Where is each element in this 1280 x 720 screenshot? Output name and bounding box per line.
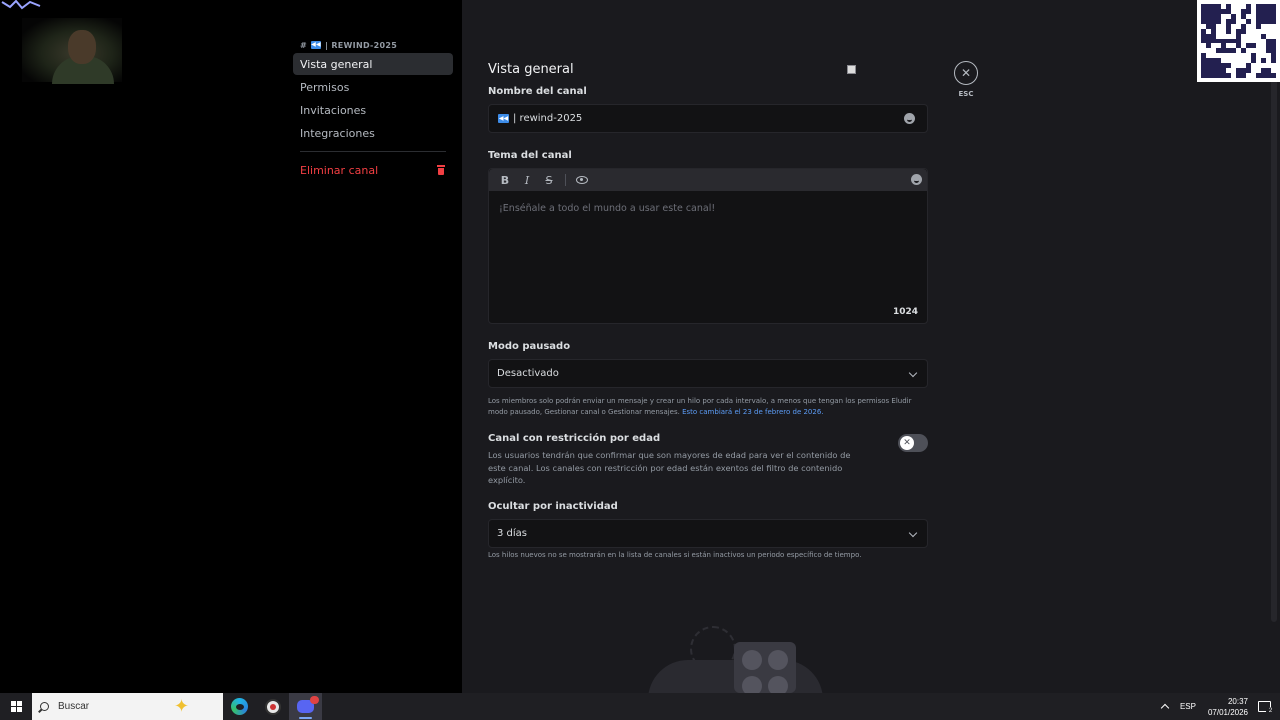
sidebar-item-integrations[interactable]: Integraciones bbox=[293, 122, 453, 144]
sparkle-icon: ✦ bbox=[174, 696, 190, 716]
char-count: 1024 bbox=[892, 307, 918, 317]
channel-name-label: Nombre del canal bbox=[488, 86, 587, 97]
topic-toolbar: B I S bbox=[489, 169, 927, 191]
strikethrough-icon[interactable]: S bbox=[539, 171, 559, 189]
sidebar-item-invites[interactable]: Invitaciones bbox=[293, 99, 453, 121]
language-indicator[interactable]: ESP bbox=[1180, 702, 1196, 711]
broken-image-icon bbox=[847, 64, 887, 74]
taskbar-app-discord[interactable] bbox=[289, 693, 322, 720]
slowmode-help: Los miembros solo podrán enviar un mensa… bbox=[488, 396, 928, 418]
webcam-overlay bbox=[22, 18, 122, 84]
slowmode-select[interactable]: Desactivado bbox=[488, 359, 928, 388]
page-title: Vista general bbox=[488, 62, 574, 77]
taskbar: Buscar ✦ ESP 20:37 07/01/2026 2 bbox=[0, 693, 1280, 720]
age-restricted-title: Canal con restricción por edad bbox=[488, 433, 661, 444]
edge-icon bbox=[231, 698, 248, 715]
slowmode-help-link[interactable]: Esto cambiará el 23 de febrero de 2026. bbox=[682, 408, 823, 416]
emoji-icon[interactable] bbox=[904, 113, 915, 124]
chevron-down-icon bbox=[908, 368, 918, 378]
close-icon[interactable]: ✕ bbox=[954, 61, 978, 85]
decorative-illustration bbox=[648, 620, 828, 700]
sidebar-channel-header: # ◀◀ | REWIND-2025 bbox=[293, 38, 453, 52]
close-settings[interactable]: ✕ ESC bbox=[954, 61, 978, 98]
sidebar-divider bbox=[300, 151, 446, 152]
taskbar-search[interactable]: Buscar ✦ bbox=[32, 693, 223, 720]
trash-icon bbox=[437, 165, 445, 175]
search-icon bbox=[40, 702, 49, 711]
age-restricted-toggle[interactable]: ✕ bbox=[898, 434, 928, 452]
discord-icon bbox=[297, 696, 319, 713]
settings-sidebar: # ◀◀ | REWIND-2025 Vista general Permiso… bbox=[0, 0, 462, 693]
obs-icon bbox=[264, 698, 281, 715]
system-tray: ESP 20:37 07/01/2026 2 bbox=[1160, 693, 1280, 720]
sidebar-item-label: Integraciones bbox=[300, 126, 375, 140]
scrollbar[interactable] bbox=[1271, 0, 1277, 622]
channel-name-value: | rewind-2025 bbox=[513, 113, 583, 124]
qr-code-grid bbox=[1201, 4, 1276, 78]
windows-icon bbox=[10, 701, 22, 712]
sidebar-item-overview[interactable]: Vista general bbox=[293, 53, 453, 75]
settings-main: Vista general Nombre del canal ◀◀ | rewi… bbox=[462, 0, 1280, 700]
rewind-emoji-icon: ◀◀ bbox=[311, 41, 322, 49]
topic-placeholder: ¡Enséñale a todo el mundo a usar este ca… bbox=[499, 203, 716, 214]
clock-date: 07/01/2026 bbox=[1207, 707, 1248, 717]
sidebar-item-permissions[interactable]: Permisos bbox=[293, 76, 453, 98]
emoji-icon[interactable] bbox=[911, 174, 922, 185]
sidebar-item-label: Vista general bbox=[300, 57, 373, 71]
qr-code bbox=[1197, 0, 1280, 82]
channel-name-input[interactable]: ◀◀ | rewind-2025 bbox=[488, 104, 928, 133]
sidebar-item-label: Permisos bbox=[300, 80, 350, 94]
search-placeholder: Buscar bbox=[58, 701, 90, 712]
age-restricted-description: Los usuarios tendrán que confirmar que s… bbox=[488, 450, 851, 485]
close-icon: ✕ bbox=[900, 436, 914, 450]
notification-icon[interactable]: 2 bbox=[1258, 701, 1275, 716]
slowmode-value: Desactivado bbox=[497, 368, 559, 379]
delete-channel-button[interactable]: Eliminar canal bbox=[293, 159, 453, 181]
spoiler-button[interactable] bbox=[572, 171, 592, 189]
hash-icon: # bbox=[300, 40, 308, 50]
taskbar-app-obs[interactable] bbox=[256, 693, 289, 720]
inactivity-help: Los hilos nuevos no se mostrarán en la l… bbox=[488, 551, 862, 559]
clock-time: 20:37 bbox=[1227, 696, 1248, 706]
eye-icon bbox=[576, 176, 588, 184]
chevron-up-icon[interactable] bbox=[1160, 703, 1170, 713]
chevron-down-icon bbox=[908, 528, 918, 538]
sidebar-item-label: Invitaciones bbox=[300, 103, 367, 117]
slowmode-label: Modo pausado bbox=[488, 341, 571, 352]
delete-channel-label: Eliminar canal bbox=[300, 163, 379, 177]
bold-icon[interactable]: B bbox=[495, 171, 515, 189]
start-button[interactable] bbox=[0, 693, 32, 720]
esc-label: ESC bbox=[958, 90, 974, 98]
notification-count: 2 bbox=[1266, 707, 1275, 716]
inactivity-select[interactable]: 3 días bbox=[488, 519, 928, 548]
sidebar-channel-name: | REWIND-2025 bbox=[325, 40, 398, 50]
sidebar-nav: # ◀◀ | REWIND-2025 Vista general Permiso… bbox=[293, 38, 453, 181]
taskbar-app-edge[interactable] bbox=[223, 693, 256, 720]
inactivity-value: 3 días bbox=[497, 528, 528, 539]
inactivity-label: Ocultar por inactividad bbox=[488, 501, 618, 512]
corner-decoration bbox=[1, 0, 41, 10]
rewind-emoji-icon: ◀◀ bbox=[498, 114, 509, 123]
topic-editor[interactable]: B I S ¡Enséñale a todo el mundo a usar e… bbox=[488, 168, 928, 324]
italic-icon[interactable]: I bbox=[517, 171, 537, 189]
toolbar-divider bbox=[565, 174, 566, 186]
topic-label: Tema del canal bbox=[488, 150, 572, 161]
clock[interactable]: 20:37 07/01/2026 bbox=[1208, 696, 1248, 718]
